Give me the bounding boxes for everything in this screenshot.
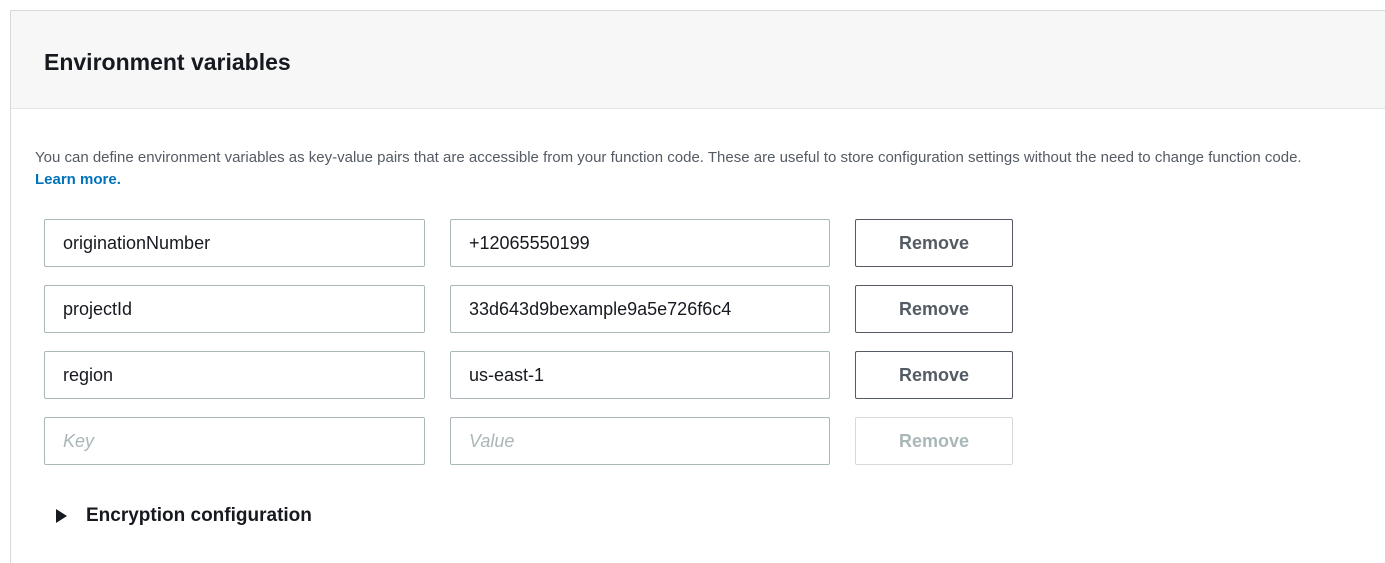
env-value-input[interactable] xyxy=(450,351,830,399)
new-key-input[interactable] xyxy=(44,417,425,465)
panel-header: Environment variables xyxy=(11,11,1385,109)
caret-right-icon xyxy=(56,509,67,523)
remove-button[interactable]: Remove xyxy=(855,285,1013,333)
env-key-input[interactable] xyxy=(44,219,425,267)
remove-button[interactable]: Remove xyxy=(855,219,1013,267)
env-value-input[interactable] xyxy=(450,285,830,333)
encryption-configuration-label: Encryption configuration xyxy=(86,505,312,526)
env-key-input[interactable] xyxy=(44,351,425,399)
remove-button-disabled: Remove xyxy=(855,417,1013,465)
learn-more-link[interactable]: Learn more. xyxy=(35,171,121,188)
description-text: You can define environment variables as … xyxy=(35,149,1302,166)
section-description: You can define environment variables as … xyxy=(35,147,1305,191)
new-value-input[interactable] xyxy=(450,417,830,465)
env-key-input[interactable] xyxy=(44,285,425,333)
panel-title: Environment variables xyxy=(44,49,291,75)
env-value-input[interactable] xyxy=(450,219,830,267)
remove-button[interactable]: Remove xyxy=(855,351,1013,399)
encryption-configuration-toggle[interactable]: Encryption configuration xyxy=(56,503,312,529)
